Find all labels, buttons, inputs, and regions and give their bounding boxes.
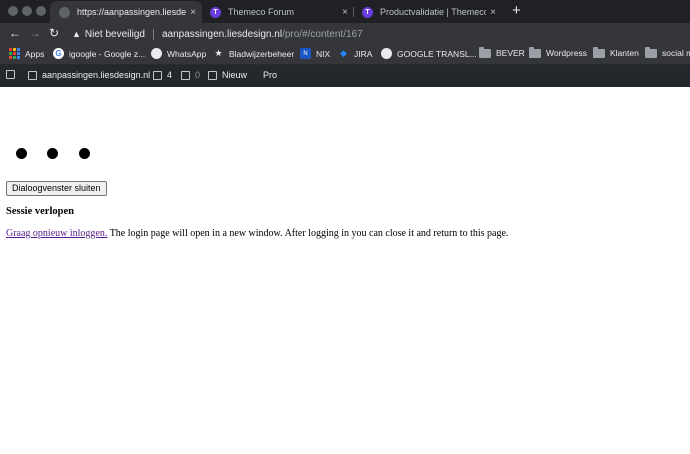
themeco-icon: T	[210, 6, 221, 18]
wp-admin-bar: aanpassingen.liesdesign.nl 4 0 Nieuw Pro	[0, 65, 690, 87]
bookmark-label: Bladwijzerbeheer	[229, 48, 295, 59]
bookmark-folder-social[interactable]: social m	[645, 46, 690, 58]
comments-count: 0	[195, 70, 201, 80]
wp-logo-item[interactable]	[6, 70, 20, 79]
updates-icon	[153, 70, 162, 80]
bookmark-nix[interactable]: N NIX	[300, 48, 330, 59]
bookmark-label: igoogle - Google z...	[69, 48, 146, 59]
bookmark-label: JIRA	[354, 48, 373, 59]
bookmark-label: Klanten	[610, 48, 639, 58]
google-icon: G	[53, 48, 64, 59]
updates-count: 4	[167, 70, 173, 80]
reload-icon[interactable]: ↻	[49, 26, 59, 40]
browser-tab-strip: https://aanpassingen.liesdesign. × T The…	[0, 0, 690, 23]
bookmark-igoogle[interactable]: G igoogle - Google z...	[53, 48, 145, 59]
session-message-text: The login page will open in a new window…	[107, 228, 509, 239]
tab-title: Productvalidatie | Themeco Do	[380, 7, 487, 17]
bookmark-label: Wordpress	[546, 48, 587, 58]
window-close-light[interactable]	[8, 6, 18, 16]
tab-title: https://aanpassingen.liesdesign.	[77, 7, 187, 17]
home-icon	[28, 70, 37, 80]
login-again-link[interactable]: Graag opnieuw inloggen.	[6, 228, 107, 239]
wordpress-icon	[6, 70, 15, 79]
session-expired-heading: Sessie verlopen	[6, 206, 74, 217]
bookmark-apps[interactable]: Apps	[9, 48, 44, 59]
site-name: aanpassingen.liesdesign.nl	[42, 70, 151, 80]
bookmark-google-translate[interactable]: GOOGLE TRANSL...	[381, 48, 477, 59]
comments-icon	[181, 70, 190, 80]
themeco-icon: T	[362, 6, 373, 18]
security-status-label[interactable]: Niet beveiligd	[85, 29, 145, 40]
globe-icon	[381, 48, 392, 59]
loading-dot	[16, 148, 27, 159]
close-icon[interactable]: ×	[190, 7, 196, 18]
pro-label: Pro	[263, 70, 278, 80]
bookmark-label: GOOGLE TRANSL...	[397, 48, 477, 59]
jira-icon: ◆	[340, 48, 347, 58]
back-arrow-icon[interactable]: ←	[9, 26, 21, 40]
bookmark-label: Apps	[25, 48, 45, 59]
folder-icon	[645, 46, 657, 58]
tab-productvalidatie[interactable]: T Productvalidatie | Themeco Do ×	[354, 1, 502, 23]
close-icon[interactable]: ×	[342, 7, 348, 18]
updates-item[interactable]: 4	[153, 70, 172, 80]
session-expired-message: Graag opnieuw inloggen. The login page w…	[6, 228, 508, 239]
nix-icon: N	[300, 48, 311, 59]
apps-grid-icon	[9, 48, 20, 59]
forward-arrow-icon[interactable]: →	[29, 26, 41, 40]
warning-triangle-icon[interactable]: ▲	[72, 29, 81, 39]
bookmark-label: NIX	[316, 48, 331, 59]
pro-item[interactable]: Pro	[263, 70, 277, 80]
folder-icon	[529, 46, 541, 58]
tab-title: Themeco Forum	[228, 7, 295, 17]
tab-liesdesign[interactable]: https://aanpassingen.liesdesign. ×	[50, 1, 202, 23]
browser-toolbar: ← → ↻ ▲ Niet beveiligd aanpassingen.lies…	[0, 23, 690, 45]
comments-item[interactable]: 0	[181, 70, 200, 80]
bookmark-jira[interactable]: ◆ JIRA	[338, 48, 372, 59]
close-dialog-button[interactable]: Dialoogvenster sluiten	[6, 181, 107, 196]
address-bar[interactable]: ▲ Niet beveiligd aanpassingen.liesdesign…	[64, 25, 690, 43]
bookmarks-bar: Apps G igoogle - Google z... WhatsApp ★ …	[0, 45, 690, 65]
star-icon: ★	[214, 48, 223, 58]
plus-icon	[208, 70, 217, 80]
loading-dot	[47, 148, 58, 159]
omnibox-divider	[152, 28, 154, 40]
new-tab-button[interactable]: +	[512, 2, 521, 19]
new-content-item[interactable]: Nieuw	[208, 70, 247, 80]
url-path: /pro/#/content/167	[282, 28, 363, 40]
tab-themeco-forum[interactable]: T Themeco Forum ×	[202, 1, 354, 23]
folder-icon	[593, 46, 605, 58]
bookmark-folder-wordpress[interactable]: Wordpress	[529, 46, 587, 58]
bookmark-label: BEVER	[496, 48, 525, 58]
globe-icon	[151, 48, 162, 59]
bookmark-folder-klanten[interactable]: Klanten	[593, 46, 639, 58]
bookmark-folder-bever[interactable]: BEVER	[479, 46, 525, 58]
close-icon[interactable]: ×	[490, 7, 496, 18]
bookmark-label: social m	[662, 48, 690, 58]
folder-icon	[479, 46, 491, 58]
window-minimize-light[interactable]	[22, 6, 32, 16]
bookmark-whatsapp[interactable]: WhatsApp	[151, 48, 206, 59]
site-name-item[interactable]: aanpassingen.liesdesign.nl	[28, 70, 150, 80]
loading-dot	[79, 148, 90, 159]
globe-icon	[59, 6, 70, 18]
window-zoom-light[interactable]	[36, 6, 46, 16]
bookmark-bladwijzerbeheer[interactable]: ★ Bladwijzerbeheer	[213, 48, 294, 59]
url-host: aanpassingen.liesdesign.nl	[161, 28, 283, 40]
new-label: Nieuw	[222, 70, 248, 80]
bookmark-label: WhatsApp	[167, 48, 207, 59]
